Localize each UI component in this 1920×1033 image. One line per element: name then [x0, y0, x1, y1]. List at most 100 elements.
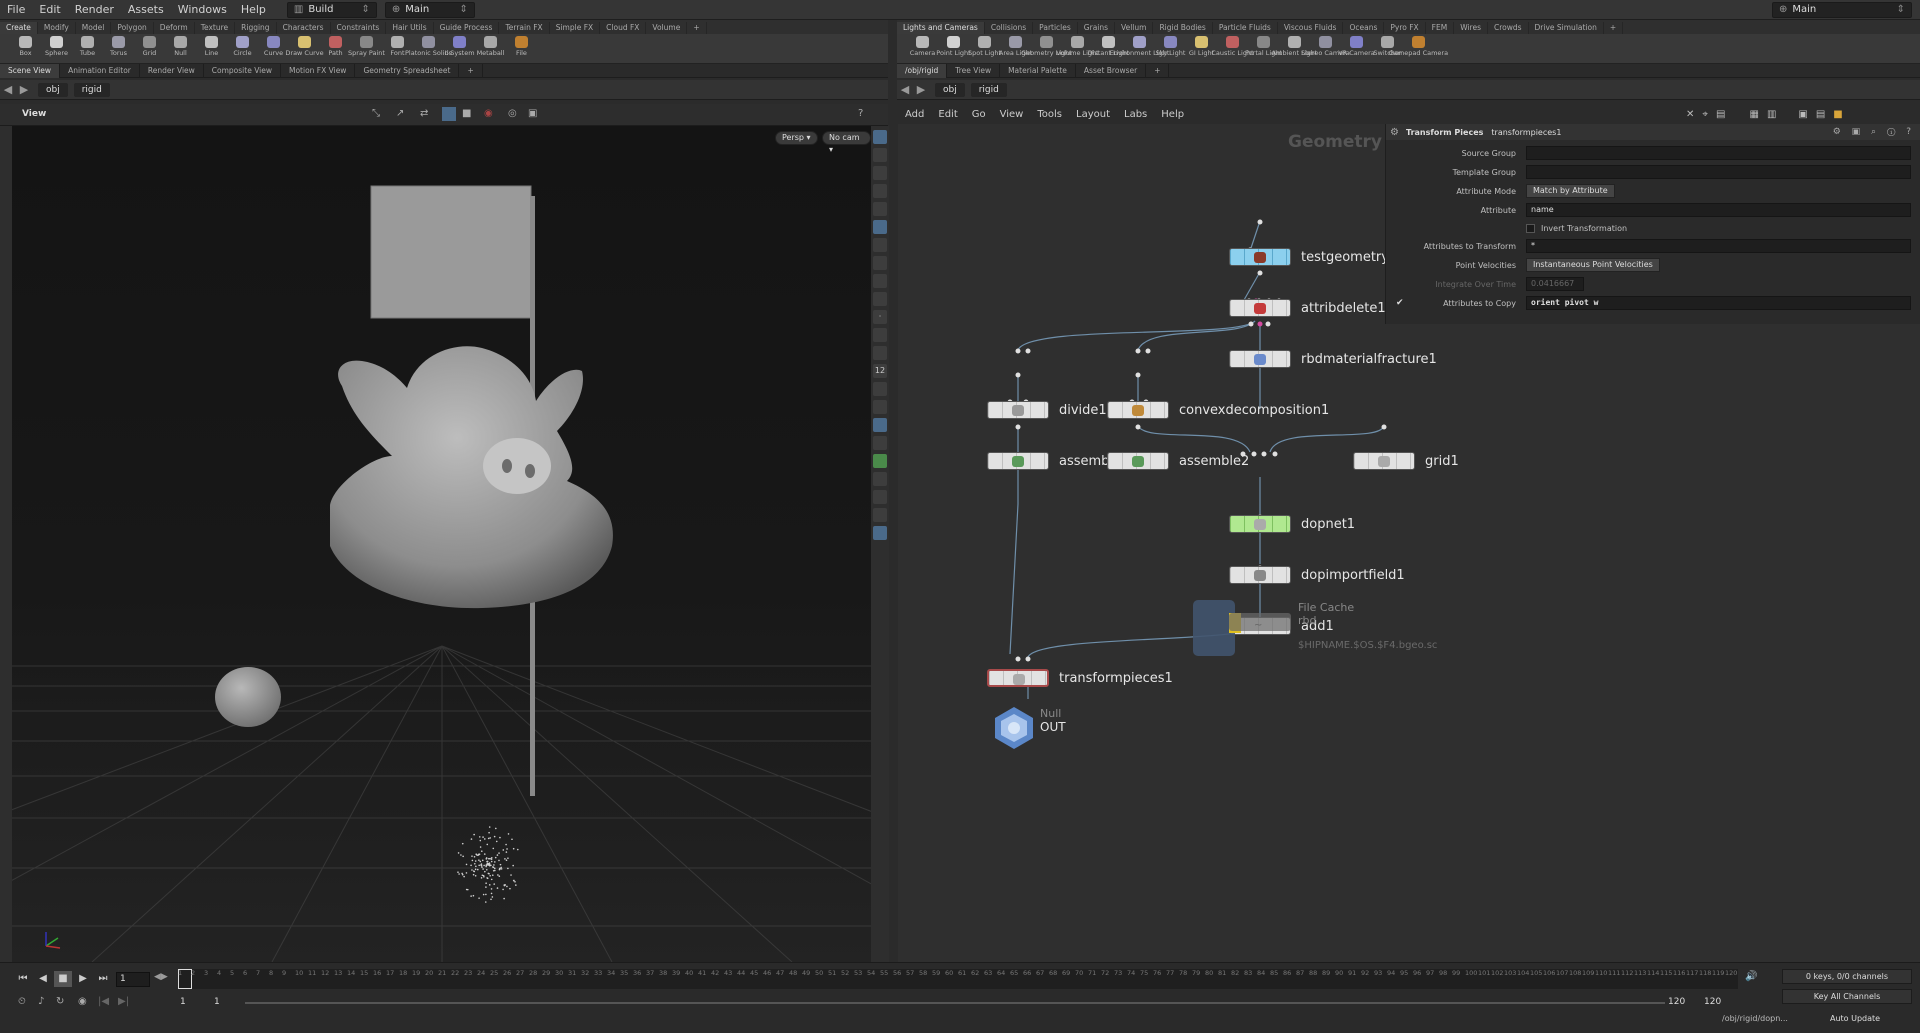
- sticky-icon[interactable]: ■: [1833, 109, 1842, 120]
- menu-go[interactable]: Go: [965, 109, 993, 120]
- shelf-tool-environment-light[interactable]: Environment Light: [1110, 34, 1169, 57]
- shelf-tool-path[interactable]: Path: [320, 34, 351, 57]
- snap-icon[interactable]: ⤡: [372, 108, 380, 119]
- right_shelf-tab[interactable]: Vellum: [1115, 22, 1154, 34]
- shelf-tool-sky-light[interactable]: Sky Light: [1155, 34, 1186, 57]
- node-attribdelete1[interactable]: attribdelete1: [1229, 299, 1386, 317]
- auto-update-select[interactable]: Auto Update: [1830, 1012, 1910, 1026]
- shelf-tool-gamepad-camera[interactable]: Gamepad Camera: [1389, 34, 1448, 57]
- node-body[interactable]: [1229, 350, 1291, 368]
- safe-area-icon[interactable]: [873, 454, 887, 468]
- left_shelf-tab[interactable]: Terrain FX: [499, 22, 550, 34]
- right_shelf-tab[interactable]: Wires: [1454, 22, 1488, 34]
- null-out-node[interactable]: [992, 706, 1036, 750]
- display-options-icon[interactable]: [873, 130, 887, 144]
- node-body[interactable]: [1107, 452, 1169, 470]
- snapshot-view-icon[interactable]: [873, 526, 887, 540]
- range-end-field[interactable]: 120: [1668, 997, 1685, 1007]
- display-mode-icon[interactable]: [442, 107, 456, 121]
- step-back-icon[interactable]: ◀: [34, 971, 52, 987]
- pointer-icon[interactable]: ↗: [396, 108, 404, 119]
- pin-icon[interactable]: ⌖: [1702, 109, 1708, 120]
- right_shelf-tab[interactable]: Oceans: [1343, 22, 1385, 34]
- shelf-tool-vr-camera[interactable]: VR Camera: [1338, 34, 1375, 57]
- key-icon[interactable]: ◉: [78, 996, 87, 1007]
- left_shelf-tab[interactable]: Hair Utils: [386, 22, 434, 34]
- tab-composite-view[interactable]: Composite View: [204, 63, 281, 78]
- node-assemble[interactable]: assemble: [987, 452, 1121, 470]
- shelf-tool-file[interactable]: File: [506, 34, 537, 57]
- node-rbdmaterialfracture1[interactable]: rbdmaterialfracture1: [1229, 350, 1437, 368]
- shelf-tool-spot-light[interactable]: Spot Light: [968, 34, 1001, 57]
- shelf-tool-point-light[interactable]: Point Light: [936, 34, 971, 57]
- stereo-icon[interactable]: [873, 490, 887, 504]
- folder-icon[interactable]: ▣: [1798, 109, 1807, 120]
- add-tab-icon[interactable]: +: [459, 63, 483, 78]
- menu-view[interactable]: View: [993, 109, 1031, 120]
- menu-windows[interactable]: Windows: [171, 3, 234, 16]
- path-segment-rigid[interactable]: rigid: [73, 82, 110, 97]
- invert-checkbox[interactable]: [1526, 223, 1535, 233]
- integrate-field[interactable]: 0.0416667: [1526, 277, 1584, 291]
- back-icon[interactable]: ◀: [897, 83, 913, 96]
- swap-icon[interactable]: ⇄: [420, 108, 428, 119]
- square-icon[interactable]: ■: [462, 108, 471, 119]
- range-start-field[interactable]: 1: [180, 997, 186, 1007]
- wire-icon[interactable]: [873, 148, 887, 162]
- shelf-tool-spray-paint[interactable]: Spray Paint: [348, 34, 385, 57]
- shelf-tool-curve[interactable]: Curve: [258, 34, 289, 57]
- left_shelf-tab[interactable]: Characters: [277, 22, 331, 34]
- loop-icon[interactable]: ↻: [56, 996, 64, 1007]
- right_shelf-tab[interactable]: Grains: [1078, 22, 1116, 34]
- play-icon[interactable]: ▶: [74, 971, 92, 987]
- keys-status[interactable]: 0 keys, 0/0 channels: [1782, 969, 1912, 984]
- tab-tree-view[interactable]: Tree View: [947, 63, 1001, 78]
- left_shelf-tab[interactable]: Volume: [646, 22, 688, 34]
- timeline-track[interactable]: 1 2 3 4 5 6 7 8 9 10 11 12 13 14 15 16 17 18 19 20 21 22 23 24 2…: [178, 969, 1738, 989]
- right-context-dropdown[interactable]: ⊕ Main ⇕: [1772, 1, 1912, 18]
- tab-network-obj-rigid[interactable]: /obj/rigid: [897, 63, 948, 78]
- node-body[interactable]: [1229, 299, 1291, 317]
- menu-render[interactable]: Render: [68, 3, 121, 16]
- menu-file[interactable]: File: [0, 3, 32, 16]
- param-header-icons[interactable]: ⚙ ▣ ⌕ ⓘ ?: [1833, 127, 1915, 137]
- point-icon[interactable]: ·: [873, 310, 887, 324]
- node-body[interactable]: [1229, 515, 1291, 533]
- right_shelf-tab[interactable]: Drive Simulation: [1529, 22, 1604, 34]
- path-segment-obj[interactable]: obj: [38, 82, 68, 97]
- menu-edit[interactable]: Edit: [32, 3, 67, 16]
- help-icon[interactable]: ?: [858, 108, 863, 119]
- node-body[interactable]: [987, 669, 1049, 687]
- shelf-tool-caustic-light[interactable]: Caustic Light: [1211, 34, 1254, 57]
- node-assemble2[interactable]: assemble2: [1107, 452, 1249, 470]
- tile-icon[interactable]: ▥: [1767, 109, 1776, 120]
- step-frames-icon[interactable]: ◀▶: [154, 972, 168, 982]
- add-shelf-icon[interactable]: +: [687, 22, 707, 34]
- context-dropdown[interactable]: ⊕ Main ⇕: [384, 1, 475, 18]
- shelf-tool-grid[interactable]: Grid: [134, 34, 165, 57]
- add-shelf-icon[interactable]: +: [1604, 22, 1624, 34]
- realtime-icon[interactable]: ⏲: [18, 996, 26, 1007]
- range-end2-field[interactable]: 120: [1704, 997, 1721, 1007]
- right_shelf-tab[interactable]: Particles: [1033, 22, 1078, 34]
- left_shelf-tab[interactable]: Create: [0, 22, 38, 34]
- shelf-tool-l-system[interactable]: L-System: [444, 34, 475, 57]
- menu-labs[interactable]: Labs: [1117, 109, 1154, 120]
- left_shelf-tab[interactable]: Simple FX: [550, 22, 601, 34]
- audio-icon[interactable]: 🔊: [1745, 971, 1757, 982]
- shelf-tool-platonic-solids[interactable]: Platonic Solids: [405, 34, 452, 57]
- left_shelf-tab[interactable]: Rigging: [235, 22, 277, 34]
- background-icon[interactable]: [873, 274, 887, 288]
- right_shelf-tab[interactable]: Crowds: [1488, 22, 1529, 34]
- node-grid1[interactable]: grid1: [1353, 452, 1459, 470]
- display-light-icon[interactable]: [873, 256, 887, 270]
- menu-edit[interactable]: Edit: [931, 109, 964, 120]
- tab-motion-fx-view[interactable]: Motion FX View: [281, 63, 356, 78]
- node-body[interactable]: [1353, 452, 1415, 470]
- shelf-tool-draw-curve[interactable]: Draw Curve: [285, 34, 324, 57]
- left_shelf-tab[interactable]: Texture: [195, 22, 236, 34]
- snapshot-icon[interactable]: ▣: [528, 108, 537, 119]
- node-dopnet1[interactable]: dopnet1: [1229, 515, 1355, 533]
- current-frame-field[interactable]: 1: [116, 972, 150, 987]
- list-icon[interactable]: ▤: [1716, 109, 1725, 120]
